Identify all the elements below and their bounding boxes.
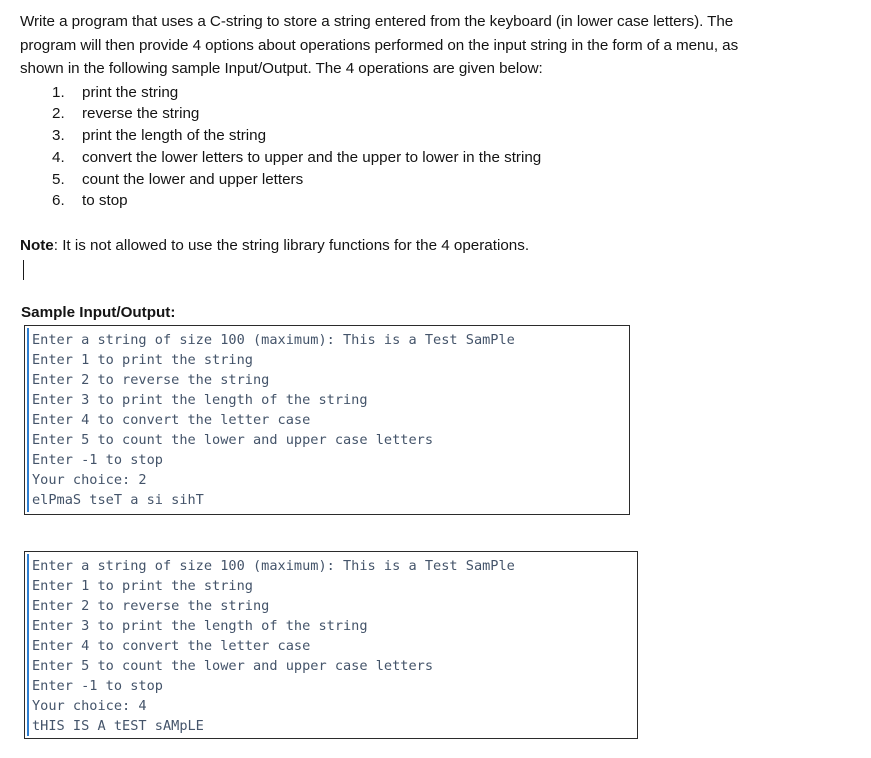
document-page: Write a program that uses a C-string to … [0,0,871,758]
list-item-number: 3. [52,127,65,145]
list-item: 2. reverse the string [20,103,853,125]
console-line: Enter 3 to print the length of the strin… [32,391,368,408]
intro-line: shown in the following sample Input/Outp… [20,60,543,77]
console-output-reverse-example: Enter a string of size 100 (maximum): Th… [24,324,630,515]
list-item-number: 4. [52,148,65,166]
console-line: Enter 1 to print the string [32,577,253,594]
console-output-case-convert-example: Enter a string of size 100 (maximum): Th… [24,550,638,739]
list-item-label: print the string [82,83,179,101]
console-line: Enter -1 to stop [32,677,163,694]
list-item-label: to stop [82,192,128,210]
list-item-number: 5. [52,170,65,188]
text-cursor [23,259,24,280]
list-item: 5. count the lower and upper letters [20,169,853,191]
console-line: Enter 2 to reverse the string [32,597,270,614]
list-item-label: reverse the string [82,105,200,123]
console-line: elPmaS tseT a si sihT [32,491,204,508]
note-text: It is not allowed to use the string libr… [62,237,530,255]
console-line: Your choice: 2 [32,471,147,488]
console-line: Enter 5 to count the lower and upper cas… [32,657,434,674]
console-line: tHIS IS A tEST sAMpLE [32,717,204,734]
note-label: Note [20,237,54,255]
note-separator: : [53,237,63,255]
list-item-number: 6. [52,192,65,210]
list-item-number: 2. [52,105,65,123]
console-line: Enter 4 to convert the letter case [32,637,311,654]
sample-io-heading: Sample Input/Output: [21,303,176,321]
intro-paragraph: Write a program that uses a C-string to … [20,10,853,81]
console-line: Enter a string of size 100 (maximum): Th… [32,331,515,348]
list-item-number: 1. [52,83,65,101]
console-line: Enter 1 to print the string [32,351,253,368]
list-item-label: convert the lower letters to upper and t… [82,148,542,166]
console-line: Enter 3 to print the length of the strin… [32,617,368,634]
console-line: Enter -1 to stop [32,451,163,468]
list-item: 4. convert the lower letters to upper an… [20,147,853,169]
list-item: 6. to stop [20,190,853,212]
console-line: Enter 2 to reverse the string [32,371,270,388]
intro-line: Write a program that uses a C-string to … [20,13,734,30]
console-line: Enter 5 to count the lower and upper cas… [32,431,434,448]
note-paragraph: Note: It is not allowed to use the strin… [20,234,853,258]
list-item: 3. print the length of the string [20,125,853,147]
console-line: Enter a string of size 100 (maximum): Th… [32,557,515,574]
list-item: 1. print the string [20,82,853,104]
operations-list: 1. print the string 2. reverse the strin… [20,82,853,213]
console-line: Enter 4 to convert the letter case [32,411,311,428]
intro-line: program will then provide 4 options abou… [20,36,739,54]
list-item-label: print the length of the string [82,127,267,145]
list-item-label: count the lower and upper letters [82,170,304,188]
console-line: Your choice: 4 [32,697,147,714]
